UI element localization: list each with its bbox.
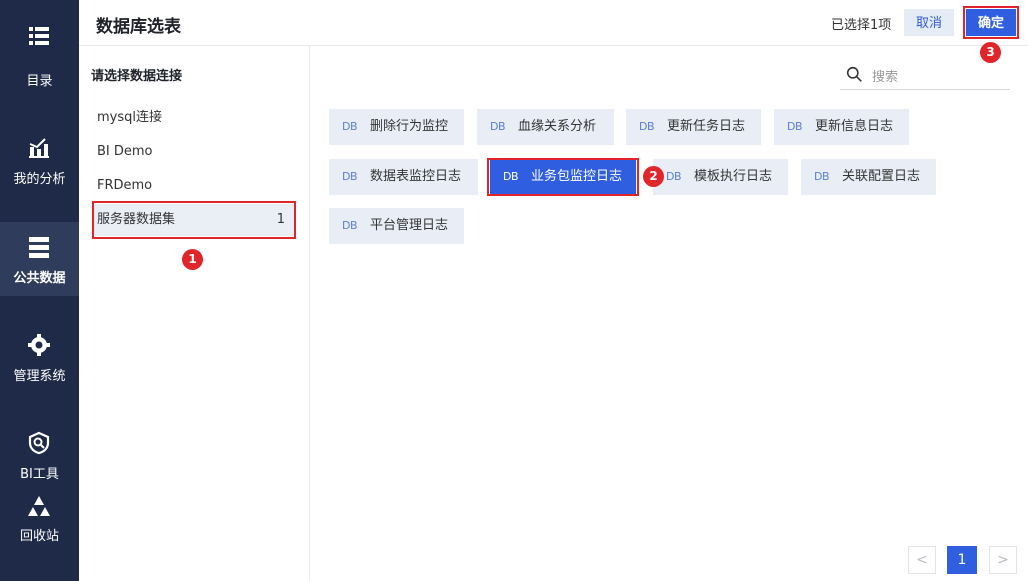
table-chip[interactable]: DB 数据表监控日志 [329, 159, 478, 195]
nav-item-public-data[interactable]: 公共数据 [0, 222, 79, 296]
gear-icon [28, 334, 50, 356]
highlight-frame [487, 158, 639, 196]
table-name: 关联配置日志 [842, 169, 921, 184]
connection-label: mysql连接 [97, 110, 162, 125]
dialog-header: 数据库选表 已选择1项 取消 确定 [79, 0, 1028, 46]
nav-label: 回收站 [19, 529, 59, 544]
db-icon: DB [666, 170, 682, 183]
selected-count: 已选择1项 [831, 18, 892, 33]
table-chip[interactable]: DB 血缘关系分析 [477, 109, 614, 145]
table-chip[interactable]: DB 关联配置日志 [801, 159, 936, 195]
table-chip[interactable]: DB 模板执行日志 [653, 159, 788, 195]
table-chip[interactable]: DB 更新信息日志 [774, 109, 909, 145]
nav-label: 目录 [26, 74, 53, 89]
nav-item-catalog[interactable]: 目录 [0, 11, 79, 89]
recycle-icon [28, 496, 50, 516]
next-page-button[interactable]: > [989, 546, 1017, 574]
table-name: 更新信息日志 [815, 119, 894, 134]
table-chip[interactable]: DB 更新任务日志 [626, 109, 761, 145]
search-box[interactable]: 搜索 [840, 60, 1010, 90]
analysis-icon [29, 138, 49, 158]
table-name: 血缘关系分析 [518, 119, 597, 134]
connection-item[interactable]: mysql连接 [93, 102, 295, 134]
side-nav: 目录 我的分析 公共数据 管理系统 BI工具 回收站 [0, 0, 79, 581]
db-icon: DB [639, 120, 655, 133]
db-icon: DB [342, 219, 358, 232]
step-badge-1: 1 [182, 249, 203, 270]
connection-heading: 请选择数据连接 [91, 69, 183, 84]
table-name: 数据表监控日志 [370, 169, 462, 184]
table-name: 更新任务日志 [667, 119, 746, 134]
db-icon: DB [787, 120, 803, 133]
current-page[interactable]: 1 [947, 546, 977, 574]
app-window: 目录 我的分析 公共数据 管理系统 BI工具 回收站 数据库选表 已选择1项 取… [0, 0, 1028, 581]
nav-item-management[interactable]: 管理系统 [0, 320, 79, 394]
step-badge-3: 3 [980, 42, 1001, 63]
connection-item[interactable]: BI Demo [93, 136, 295, 168]
connection-label: FRDemo [97, 178, 153, 193]
db-icon: DB [814, 170, 830, 183]
highlight-frame [963, 6, 1019, 39]
nav-item-my-analysis[interactable]: 我的分析 [0, 123, 79, 197]
nav-item-recycle[interactable]: 回收站 [0, 480, 79, 554]
table-name: 平台管理日志 [370, 218, 449, 233]
highlight-frame [92, 201, 296, 239]
db-icon: DB [342, 170, 358, 183]
nav-label: 公共数据 [13, 271, 66, 286]
page-title: 数据库选表 [96, 17, 181, 37]
nav-label: 我的分析 [13, 172, 66, 187]
search-input[interactable]: 搜索 [872, 66, 898, 85]
tool-icon [28, 431, 50, 455]
connection-label: BI Demo [97, 144, 153, 159]
prev-page-button[interactable]: < [908, 546, 936, 574]
table-name: 删除行为监控 [370, 119, 449, 134]
db-icon: DB [490, 120, 506, 133]
db-icon: DB [342, 120, 358, 133]
list-icon [29, 27, 49, 45]
cancel-button[interactable]: 取消 [904, 9, 954, 36]
table-chip[interactable]: DB 平台管理日志 [329, 208, 464, 244]
step-badge-2: 2 [643, 166, 664, 187]
nav-label: 管理系统 [13, 369, 66, 384]
search-icon [846, 66, 862, 82]
database-icon [29, 237, 49, 258]
connection-panel: 请选择数据连接 mysql连接 BI Demo FRDemo 服务器数据集 1 [79, 46, 310, 581]
table-name: 模板执行日志 [694, 169, 773, 184]
table-chip[interactable]: DB 删除行为监控 [329, 109, 464, 145]
connection-item[interactable]: FRDemo [93, 170, 295, 202]
